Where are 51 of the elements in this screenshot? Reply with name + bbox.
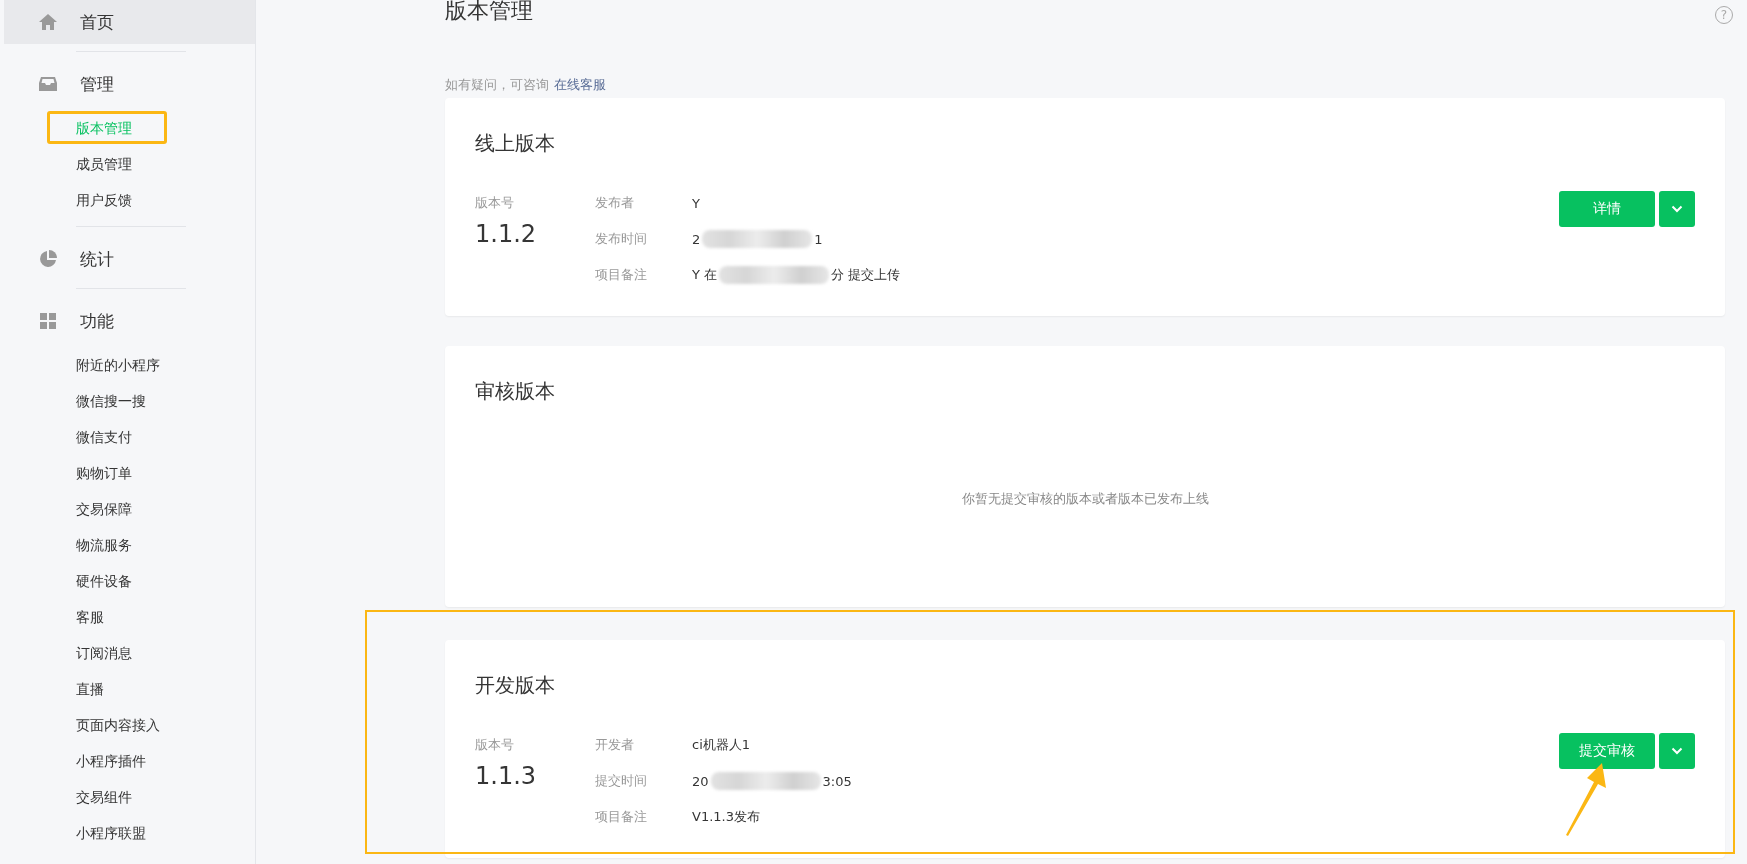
field-label: 项目备注	[595, 808, 648, 826]
field-label: 提交时间	[595, 772, 648, 790]
nav-item[interactable]: 客服	[76, 609, 104, 627]
field-value: V1.1.3发布	[692, 808, 760, 826]
nav-section[interactable]: 功能	[4, 299, 255, 343]
nav-item[interactable]: 微信搜一搜	[76, 393, 146, 411]
home-icon	[38, 12, 58, 32]
field-label: 发布者	[595, 194, 635, 212]
nav-item[interactable]: 交易保障	[76, 501, 132, 519]
card-title: 开发版本	[475, 672, 556, 699]
field-value: 20 3:05	[692, 772, 852, 790]
nav-item[interactable]: 页面内容接入	[76, 717, 160, 735]
support-link[interactable]: 在线客服	[554, 77, 606, 92]
nav-item[interactable]: 附近的小程序	[76, 357, 160, 375]
field-value: ci机器人1	[692, 736, 751, 754]
version-number: 1.1.2	[475, 221, 538, 247]
field-value: Y	[692, 195, 700, 211]
version-label: 版本号	[475, 194, 515, 212]
grid-icon	[38, 311, 58, 331]
field-label: 发布时间	[595, 230, 648, 248]
nav-section[interactable]: 统计	[4, 237, 255, 281]
nav-item[interactable]: 订阅消息	[76, 645, 132, 663]
nav-item[interactable]: 用户反馈	[76, 192, 132, 210]
nav-section[interactable]: 管理	[4, 62, 255, 106]
nav-item[interactable]: 成员管理	[76, 156, 132, 174]
page-title: 版本管理	[445, 0, 533, 25]
pie-chart-icon	[38, 249, 58, 269]
nav-item[interactable]: 交易组件	[76, 789, 132, 807]
nav-item[interactable]: 购物订单	[76, 465, 132, 483]
field-value: Y 在 分 提交上传	[692, 266, 901, 284]
card-title: 审核版本	[475, 378, 556, 405]
field-value: 2 1	[692, 230, 823, 248]
inbox-icon	[38, 74, 58, 94]
dropdown-button[interactable]	[1659, 191, 1695, 227]
dropdown-button[interactable]	[1659, 733, 1695, 769]
nav-item[interactable]: 物流服务	[76, 537, 132, 555]
empty-message: 你暂无提交审核的版本或者版本已发布上线	[961, 490, 1209, 508]
nav-item[interactable]: 直播	[76, 681, 104, 699]
version-label: 版本号	[475, 736, 515, 754]
chevron-down-icon	[1671, 205, 1683, 213]
version-number: 1.1.3	[475, 763, 538, 789]
field-label: 开发者	[595, 736, 635, 754]
nav-section[interactable]: 首页	[4, 0, 255, 44]
nav-item[interactable]: 小程序插件	[76, 753, 146, 771]
card-title: 线上版本	[475, 130, 556, 157]
nav-item[interactable]: 小程序联盟	[76, 825, 146, 843]
field-label: 项目备注	[595, 266, 648, 284]
chevron-down-icon	[1671, 747, 1683, 755]
hint-text: 如有疑问，可咨询	[445, 77, 549, 92]
nav-item[interactable]: 微信支付	[76, 429, 132, 447]
nav-item[interactable]: 硬件设备	[76, 573, 132, 591]
